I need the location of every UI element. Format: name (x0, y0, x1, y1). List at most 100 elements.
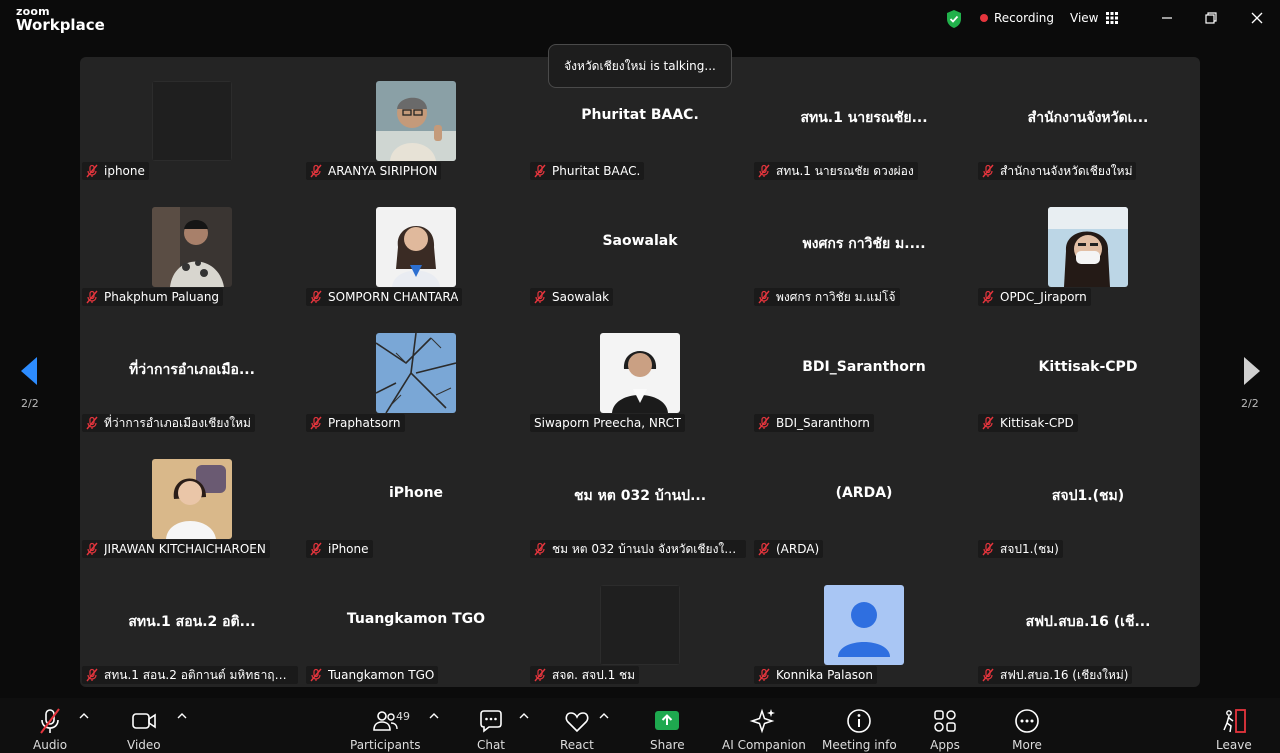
participant-name: Kittisak-CPD (1000, 416, 1074, 430)
video-button[interactable]: Video (127, 698, 161, 753)
view-button[interactable]: View (1070, 11, 1119, 25)
participant-tile[interactable]: Praphatsorn (304, 309, 528, 435)
participant-tile[interactable]: พงศกร กาวิชัย ม.... พงศกร กาวิชัย ม.แม่โจ… (752, 183, 976, 309)
participant-tile[interactable]: Siwaporn Preecha, NRCT (528, 309, 752, 435)
participant-name: iphone (104, 164, 145, 178)
participant-tile[interactable]: iPhone iPhone (304, 435, 528, 561)
participant-name: สฟป.สบอ.16 (เชียงใหม่) (1000, 667, 1129, 682)
audio-button[interactable]: Audio (33, 698, 67, 753)
ai-companion-button[interactable]: AI Companion (722, 698, 806, 753)
page-indicator-left: 2/2 (21, 397, 39, 410)
participant-name-label: iphone (82, 162, 149, 180)
participant-name-label: Konnika Palason (754, 666, 878, 684)
participant-name-label: พงศกร กาวิชัย ม.แม่โจ้ (754, 288, 900, 306)
participant-display-name: สจป1.(ชม) (1051, 488, 1125, 504)
close-icon[interactable] (1249, 10, 1265, 26)
apps-button[interactable]: Apps (930, 698, 960, 753)
share-screen-icon (655, 711, 680, 730)
participant-tile[interactable]: SOMPORN CHANTARA (304, 183, 528, 309)
participant-name: Tuangkamon TGO (328, 668, 435, 682)
participant-tile[interactable]: (ARDA) (ARDA) (752, 435, 976, 561)
microphone-muted-icon (534, 542, 546, 556)
participant-tile[interactable]: สทน.1 นายรณชัย... สทน.1 นายรณชัย ดวงผ่อง (752, 57, 976, 183)
microphone-muted-icon (310, 164, 322, 178)
participant-name: สำนักงานจังหวัดเชียงใหม่ (1000, 163, 1133, 178)
participant-tile[interactable]: Kittisak-CPD Kittisak-CPD (976, 309, 1200, 435)
microphone-muted-icon (982, 164, 994, 178)
video-camera-icon (132, 713, 156, 729)
meeting-info-label: Meeting info (822, 738, 897, 752)
participant-name-label: Phuritat BAAC. (530, 162, 645, 180)
participant-name-label: สจป1.(ชม) (978, 540, 1063, 558)
microphone-muted-icon (758, 542, 770, 556)
restore-icon[interactable] (1203, 10, 1219, 26)
sparkle-icon (749, 708, 775, 734)
microphone-muted-icon (534, 164, 546, 178)
heart-icon (565, 712, 589, 733)
participant-tile[interactable]: สจป1.(ชม) สจป1.(ชม) (976, 435, 1200, 561)
participant-tile[interactable]: สำนักงานจังหวัดเ... สำนักงานจังหวัดเชียงใ… (976, 57, 1200, 183)
microphone-muted-icon (40, 708, 60, 734)
participant-tile[interactable]: BDI_Saranthorn BDI_Saranthorn (752, 309, 976, 435)
participant-tile[interactable]: ที่ว่าการอำเภอเมือ... ที่ว่าการอำเภอเมือง… (80, 309, 304, 435)
participant-tile[interactable]: Phakphum Paluang (80, 183, 304, 309)
more-button[interactable]: More (1012, 698, 1042, 753)
participant-name: สจป1.(ชม) (1000, 541, 1059, 556)
chat-bubble-icon (480, 710, 502, 733)
participant-name: ARANYA SIRIPHON (328, 164, 438, 178)
participant-tile[interactable]: ARANYA SIRIPHON (304, 57, 528, 183)
chat-options-chevron-icon[interactable] (519, 712, 529, 720)
participants-button[interactable]: Participants (350, 698, 421, 753)
participant-name: SOMPORN CHANTARA (328, 290, 459, 304)
participant-name: สจด. สจป.1 ชม (552, 667, 636, 682)
recording-indicator[interactable]: Recording (980, 11, 1054, 25)
participant-name-label: iPhone (306, 540, 373, 558)
chat-button[interactable]: Chat (476, 698, 506, 753)
participant-avatar (152, 81, 232, 161)
shield-check-icon[interactable] (945, 9, 963, 29)
participant-name-label: ชม หต 032 บ้านปง จังหวัดเชียงใหม่ เห... (530, 540, 746, 558)
audio-label: Audio (33, 738, 68, 752)
previous-page-arrow-icon[interactable] (17, 354, 41, 388)
grid-icon (1106, 12, 1119, 24)
participant-name-label: สจด. สจป.1 ชม (530, 666, 640, 684)
participant-name: (ARDA) (776, 542, 820, 556)
share-button[interactable]: Share (650, 698, 685, 753)
participant-count: 49 (396, 710, 410, 723)
video-options-chevron-icon[interactable] (177, 712, 187, 720)
meeting-info-button[interactable]: Meeting info (822, 698, 897, 753)
participant-tile[interactable]: สทน.1 สอน.2 อติ... สทน.1 สอน.2 อติกานต์ ม… (80, 561, 304, 687)
participant-tile[interactable]: JIRAWAN KITCHAICHAROEN (80, 435, 304, 561)
participants-options-chevron-icon[interactable] (429, 712, 439, 720)
participant-tile[interactable]: Tuangkamon TGO Tuangkamon TGO (304, 561, 528, 687)
participant-name-label: JIRAWAN KITCHAICHAROEN (82, 540, 270, 558)
apps-label: Apps (930, 738, 960, 752)
participant-avatar (1048, 207, 1128, 287)
participant-name-label: ARANYA SIRIPHON (306, 162, 442, 180)
participant-tile[interactable]: Saowalak Saowalak (528, 183, 752, 309)
leave-button[interactable]: Leave (1216, 698, 1252, 753)
participant-name-label: SOMPORN CHANTARA (306, 288, 463, 306)
participant-display-name: Saowalak (602, 233, 678, 249)
participant-tile[interactable]: สฟป.สบอ.16 (เชี... สฟป.สบอ.16 (เชียงใหม่) (976, 561, 1200, 687)
react-button[interactable]: React (560, 698, 594, 753)
participant-display-name: พงศกร กาวิชัย ม.... (802, 236, 926, 252)
participant-tile[interactable]: iphone (80, 57, 304, 183)
view-label: View (1070, 11, 1099, 25)
microphone-muted-icon (758, 164, 770, 178)
participant-name: Siwaporn Preecha, NRCT (534, 416, 682, 430)
microphone-muted-icon (86, 416, 98, 430)
participant-display-name: สำนักงานจังหวัดเ... (1027, 110, 1149, 126)
audio-options-chevron-icon[interactable] (79, 712, 89, 720)
next-page-arrow-icon[interactable] (1240, 354, 1264, 388)
react-options-chevron-icon[interactable] (599, 712, 609, 720)
minimize-icon[interactable] (1159, 10, 1175, 26)
participant-tile[interactable]: OPDC_Jiraporn (976, 183, 1200, 309)
participant-name: JIRAWAN KITCHAICHAROEN (104, 542, 266, 556)
participant-tile[interactable]: ชม หต 032 บ้านป... ชม หต 032 บ้านปง จังหว… (528, 435, 752, 561)
participant-tile[interactable]: สจด. สจป.1 ชม (528, 561, 752, 687)
participant-tile[interactable]: Konnika Palason (752, 561, 976, 687)
microphone-muted-icon (758, 668, 770, 682)
microphone-muted-icon (86, 668, 98, 682)
participant-display-name: iPhone (388, 485, 444, 501)
